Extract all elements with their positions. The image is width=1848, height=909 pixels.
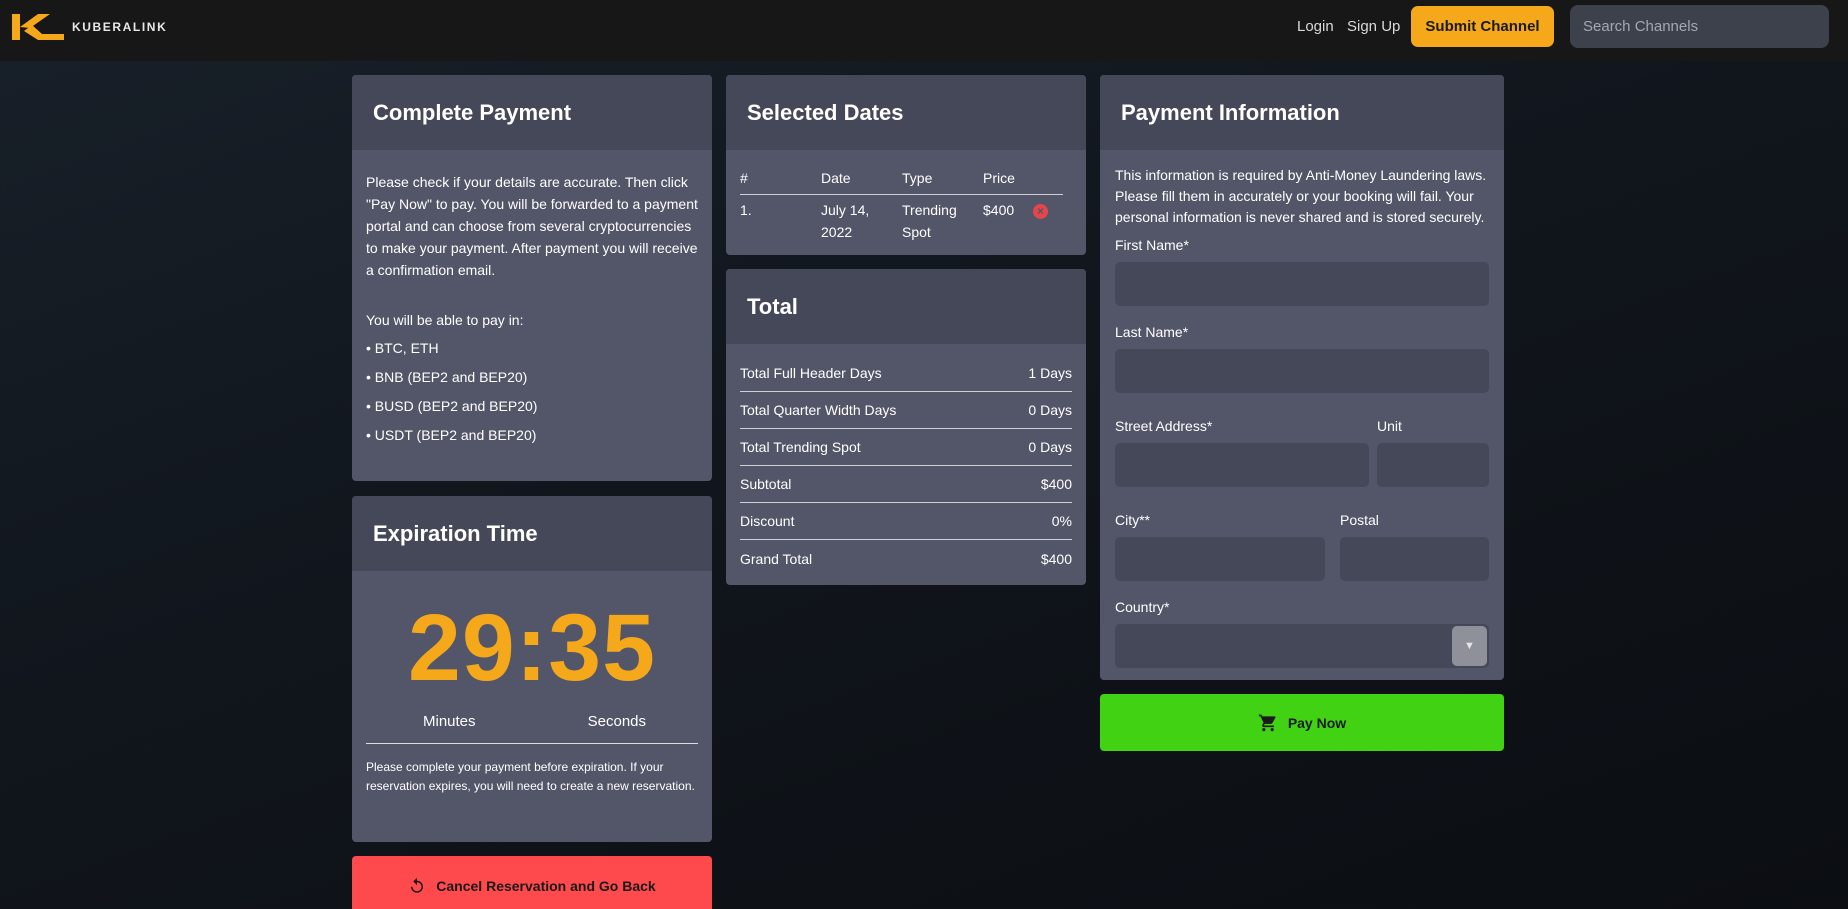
expiration-card: Expiration Time 29:35 Minutes Seconds Pl… [352, 496, 712, 842]
postal-label: Postal [1340, 512, 1379, 528]
unit-field[interactable] [1377, 443, 1489, 487]
total-row-full-header: Total Full Header Days 1 Days [740, 355, 1072, 392]
street-address-label: Street Address* [1115, 418, 1213, 434]
column-header-date: Date [821, 164, 902, 195]
currency-item: • BTC, ETH [366, 340, 439, 356]
table-header-row: # Date Type Price [740, 164, 1063, 195]
total-row-value: $400 [1040, 476, 1072, 492]
currency-item: • BNB (BEP2 and BEP20) [366, 369, 528, 385]
total-row-value: $400 [1040, 550, 1072, 567]
total-row-label: Total Trending Spot [740, 439, 861, 455]
total-row-value: 0 Days [1028, 439, 1072, 455]
pay-now-button[interactable]: Pay Now [1100, 694, 1504, 751]
row-number: 1. [740, 202, 752, 218]
selected-dates-card: Selected Dates # Date Type Price 1. July… [726, 75, 1086, 255]
selected-dates-title: Selected Dates [726, 75, 1086, 150]
column-header-price: Price [983, 164, 1033, 195]
country-label: Country* [1115, 599, 1170, 615]
total-row-label: Total Full Header Days [740, 365, 882, 381]
currency-item: • BUSD (BEP2 and BEP20) [366, 398, 538, 414]
selected-dates-table: # Date Type Price 1. July 14, 2022 Trend… [740, 164, 1063, 243]
total-row-trending-spot: Total Trending Spot 0 Days [740, 429, 1072, 466]
minutes-label: Minutes [423, 713, 476, 730]
currency-list: • BTC, ETH • BNB (BEP2 and BEP20) • BUSD… [366, 337, 698, 446]
aml-notice: This information is required by Anti-Mon… [1115, 167, 1487, 225]
complete-payment-title: Complete Payment [352, 75, 712, 150]
street-address-field[interactable] [1115, 443, 1369, 487]
brand-name: KUBERALINK [72, 20, 168, 34]
payment-options-heading: You will be able to pay in: [366, 312, 524, 328]
expiration-title: Expiration Time [352, 496, 712, 571]
total-row-label: Subtotal [740, 476, 792, 492]
total-row-value: 1 Days [1028, 365, 1072, 381]
brand-logo[interactable]: KUBERALINK [12, 14, 167, 40]
last-name-field[interactable] [1115, 349, 1489, 393]
total-row-subtotal: Subtotal $400 [740, 466, 1072, 503]
submit-channel-button[interactable]: Submit Channel [1411, 6, 1554, 47]
total-row-label: Grand Total [740, 550, 813, 567]
column-header-remove [1033, 164, 1063, 195]
kuberalink-logo-icon [12, 14, 64, 40]
total-card: Total Total Full Header Days 1 Days Tota… [726, 269, 1086, 585]
expiration-note: Please complete your payment before expi… [366, 760, 695, 793]
city-label: City** [1115, 512, 1151, 528]
total-row-discount: Discount 0% [740, 503, 1072, 540]
country-select[interactable]: ▼ [1115, 624, 1489, 668]
row-price: $400 [983, 202, 1015, 218]
unit-label: Unit [1377, 418, 1402, 434]
city-field[interactable] [1115, 537, 1325, 581]
total-row-value: 0 Days [1028, 402, 1072, 418]
complete-payment-instructions: Please check if your details are accurat… [366, 174, 698, 278]
total-row-label: Discount [740, 513, 795, 529]
cancel-reservation-button[interactable]: Cancel Reservation and Go Back [352, 856, 712, 909]
column-header-type: Type [902, 164, 983, 195]
total-row-label: Total Quarter Width Days [740, 402, 897, 418]
total-row-value: 0% [1051, 513, 1072, 529]
seconds-label: Seconds [587, 713, 646, 730]
payment-information-title: Payment Information [1100, 75, 1504, 150]
total-list: Total Full Header Days 1 Days Total Quar… [726, 344, 1086, 577]
caret-down-icon: ▼ [1464, 639, 1475, 652]
total-row-quarter-width: Total Quarter Width Days 0 Days [740, 392, 1072, 429]
shopping-cart-icon [1258, 714, 1276, 731]
dropdown-toggle[interactable]: ▼ [1452, 626, 1487, 666]
total-title: Total [726, 269, 1086, 344]
column-header-number: # [740, 164, 821, 195]
remove-date-button[interactable]: × [1033, 195, 1063, 244]
last-name-label: Last Name* [1115, 324, 1189, 340]
postal-field[interactable] [1340, 537, 1489, 581]
first-name-field[interactable] [1115, 262, 1489, 306]
top-navbar: KUBERALINK Login Sign Up Submit Channel [0, 0, 1848, 61]
countdown-timer: 29:35 [408, 595, 656, 701]
pay-now-label: Pay Now [1287, 714, 1347, 731]
row-date: July 14, 2022 [821, 202, 870, 240]
remove-circle-icon[interactable]: × [1033, 204, 1048, 219]
row-type: Trending Spot [902, 202, 957, 240]
payment-information-card: Payment Information This information is … [1100, 75, 1504, 680]
undo-icon [411, 877, 424, 893]
table-row: 1. July 14, 2022 Trending Spot $400 × [740, 195, 1063, 244]
search-channels-input[interactable] [1570, 5, 1829, 48]
currency-item: • USDT (BEP2 and BEP20) [366, 427, 537, 443]
first-name-label: First Name* [1115, 237, 1189, 253]
cancel-reservation-label: Cancel Reservation and Go Back [436, 878, 656, 894]
signup-link[interactable]: Sign Up [1347, 18, 1400, 35]
total-row-grand-total: Grand Total $400 [740, 540, 1072, 577]
login-link[interactable]: Login [1297, 18, 1334, 35]
complete-payment-card: Complete Payment Please check if your de… [352, 75, 712, 481]
